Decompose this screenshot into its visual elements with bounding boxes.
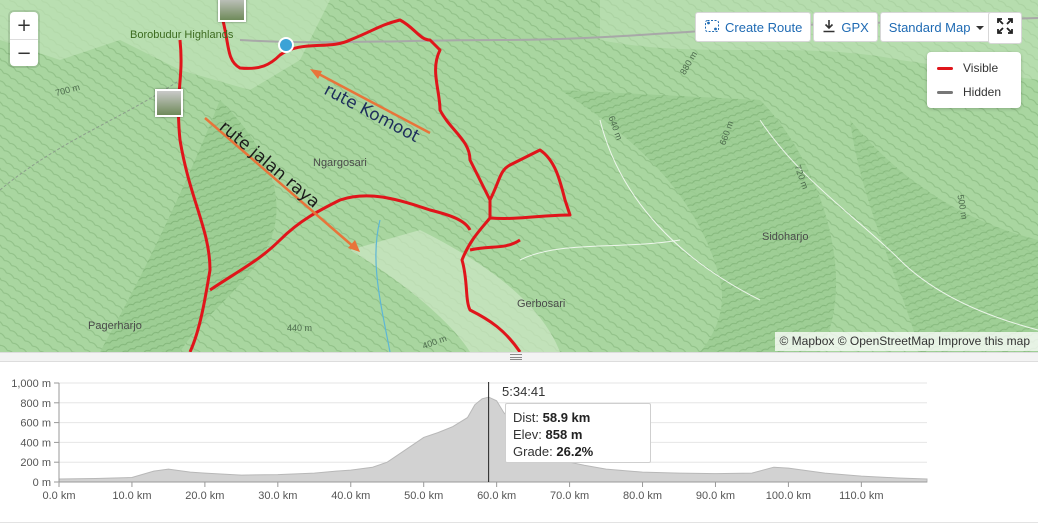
x-tick-label: 100.0 km bbox=[766, 490, 811, 502]
osm-link[interactable]: © OpenStreetMap bbox=[838, 334, 935, 348]
y-tick-label: 600 m bbox=[20, 418, 51, 430]
y-tick-label: 800 m bbox=[20, 398, 51, 410]
elev-label: Elev: bbox=[513, 427, 542, 442]
place-gerbosari: Gerbosari bbox=[517, 298, 565, 310]
route-legend: Visible Hidden bbox=[927, 52, 1021, 108]
x-tick-label: 80.0 km bbox=[623, 490, 662, 502]
grip-icon bbox=[510, 354, 522, 360]
route-icon bbox=[704, 18, 720, 37]
create-route-label: Create Route bbox=[725, 20, 802, 35]
x-tick-label: 110.0 km bbox=[839, 490, 883, 502]
x-tick-label: 0.0 km bbox=[42, 490, 75, 502]
place-pagerharjo: Pagerharjo bbox=[88, 320, 142, 332]
x-tick-label: 10.0 km bbox=[112, 490, 151, 502]
map-toolbar: Create Route GPX Standard Map bbox=[695, 12, 996, 42]
x-tick-label: 90.0 km bbox=[696, 490, 735, 502]
elevation-tooltip: Dist: 58.9 km Elev: 858 m Grade: 26.2% bbox=[505, 403, 651, 463]
x-tick-label: 70.0 km bbox=[550, 490, 589, 502]
y-tick-label: 0 m bbox=[33, 477, 51, 489]
chevron-down-icon bbox=[975, 20, 985, 35]
grade-value: 26.2% bbox=[556, 444, 593, 459]
x-tick-label: 40.0 km bbox=[331, 490, 370, 502]
dist-value: 58.9 km bbox=[543, 410, 591, 425]
elev-value: 858 m bbox=[546, 427, 583, 442]
x-tick-label: 60.0 km bbox=[477, 490, 516, 502]
y-tick-label: 1,000 m bbox=[11, 378, 51, 390]
legend-visible[interactable]: Visible bbox=[927, 56, 1021, 80]
photo-marker[interactable] bbox=[155, 89, 183, 117]
grade-label: Grade: bbox=[513, 444, 553, 459]
fullscreen-icon bbox=[996, 17, 1014, 40]
start-marker[interactable] bbox=[279, 38, 293, 52]
visible-swatch bbox=[937, 67, 953, 70]
hidden-swatch bbox=[937, 91, 953, 94]
zoom-out-button[interactable]: − bbox=[10, 40, 38, 67]
dist-label: Dist: bbox=[513, 410, 539, 425]
x-tick-label: 30.0 km bbox=[258, 490, 297, 502]
create-route-button[interactable]: Create Route bbox=[695, 12, 811, 42]
contour-label: 440 m bbox=[287, 323, 312, 333]
gpx-label: GPX bbox=[841, 20, 868, 35]
zoom-control: + − bbox=[10, 12, 38, 66]
map-attribution: © Mapbox © OpenStreetMap Improve this ma… bbox=[775, 332, 1038, 351]
improve-map-link[interactable]: Improve this map bbox=[938, 334, 1030, 348]
place-ngargosari: Ngargosari bbox=[313, 157, 367, 169]
download-icon bbox=[822, 19, 836, 36]
zoom-in-button[interactable]: + bbox=[10, 12, 38, 40]
cursor-time: 5:34:41 bbox=[502, 384, 545, 399]
photo-marker[interactable] bbox=[218, 0, 246, 22]
map-type-dropdown[interactable]: Standard Map bbox=[880, 12, 997, 42]
mapbox-link[interactable]: © Mapbox bbox=[780, 334, 835, 348]
gpx-download-button[interactable]: GPX bbox=[813, 12, 877, 42]
x-tick-label: 20.0 km bbox=[185, 490, 224, 502]
legend-hidden-label: Hidden bbox=[963, 85, 1001, 99]
legend-visible-label: Visible bbox=[963, 61, 998, 75]
y-tick-label: 200 m bbox=[20, 457, 51, 469]
map-view[interactable]: Borobudur Highlands Ngargosari Sidoharjo… bbox=[0, 0, 1038, 352]
y-tick-label: 400 m bbox=[20, 437, 51, 449]
x-tick-label: 50.0 km bbox=[404, 490, 443, 502]
map-type-label: Standard Map bbox=[889, 20, 971, 35]
fullscreen-button[interactable] bbox=[988, 12, 1022, 44]
place-sidoharjo: Sidoharjo bbox=[762, 231, 808, 243]
elevation-area bbox=[59, 397, 927, 482]
legend-hidden[interactable]: Hidden bbox=[927, 80, 1021, 104]
place-borobudur-highlands: Borobudur Highlands bbox=[130, 29, 233, 41]
